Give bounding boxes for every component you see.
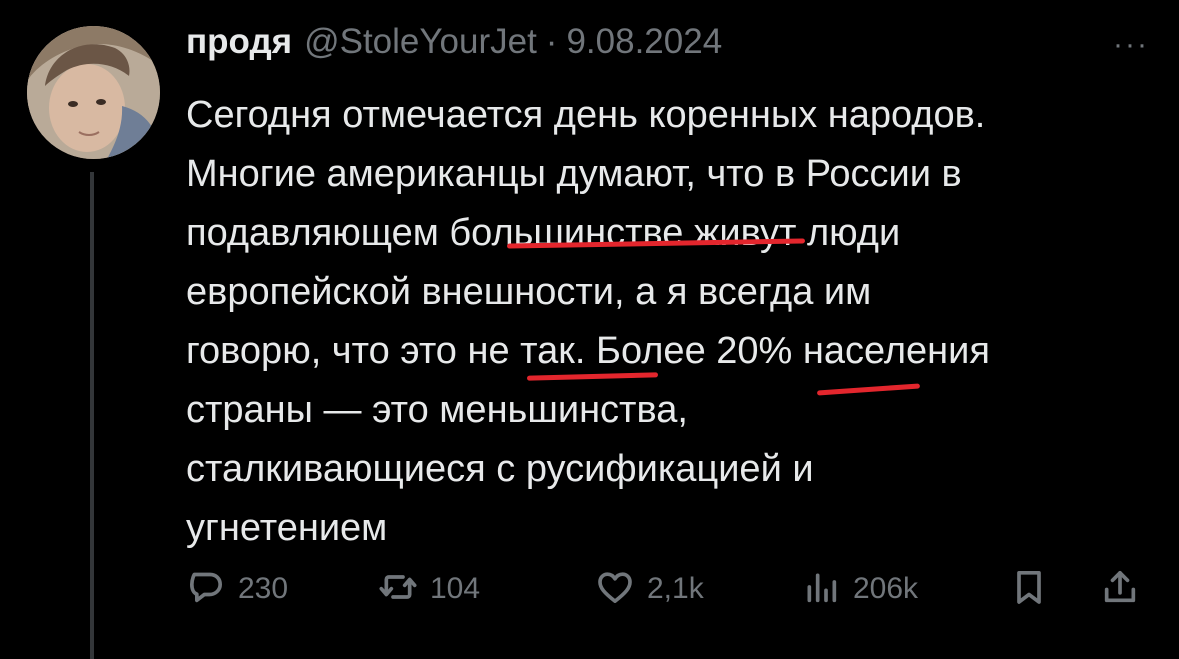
like-count: 2,1k bbox=[647, 572, 704, 605]
views-icon bbox=[801, 567, 841, 612]
like-button[interactable]: 2,1k bbox=[595, 563, 704, 615]
tweet-text-line: подавляющем большинстве живут люди bbox=[186, 212, 901, 254]
reply-count: 230 bbox=[238, 572, 289, 605]
tweet-text-line: сталкивающиеся с русификацией и bbox=[186, 448, 814, 490]
reply-icon bbox=[186, 567, 226, 612]
avatar-photo bbox=[27, 26, 160, 159]
repost-button[interactable]: 104 bbox=[378, 563, 480, 615]
user-handle[interactable]: @StoleYourJet bbox=[304, 22, 537, 62]
tweet-text-line: Многие американцы думают, что в России в bbox=[186, 153, 962, 195]
action-bar: 230 104 2,1k 206k bbox=[186, 563, 1146, 615]
tweet-text-line: угнетением bbox=[186, 507, 388, 549]
more-icon[interactable]: ··· bbox=[1113, 30, 1149, 60]
tweet-date[interactable]: 9.08.2024 bbox=[566, 22, 722, 62]
heart-icon bbox=[595, 567, 635, 612]
tweet-text-line: Сегодня отмечается день коренных народов… bbox=[186, 94, 986, 136]
tweet-header: продя @StoleYourJet · 9.08.2024 bbox=[186, 22, 1146, 72]
share-icon bbox=[1100, 567, 1140, 612]
separator-dot: · bbox=[545, 22, 558, 61]
tweet-text-line: говорю, что это не так. Более 20% населе… bbox=[186, 330, 990, 372]
tweet-text-line: европейской внешности, а я всегда им bbox=[186, 271, 872, 313]
tweet-text: Сегодня отмечается день коренных народов… bbox=[186, 86, 1161, 558]
repost-icon bbox=[378, 567, 418, 612]
share-button[interactable] bbox=[1100, 563, 1140, 615]
reply-button[interactable]: 230 bbox=[186, 563, 288, 615]
display-name[interactable]: продя bbox=[186, 22, 292, 62]
views-button[interactable]: 206k bbox=[801, 563, 918, 615]
repost-count: 104 bbox=[430, 572, 481, 605]
tweet-text-line: страны — это меньшинства, bbox=[186, 389, 688, 431]
thread-line bbox=[90, 172, 94, 659]
bookmark-button[interactable] bbox=[1009, 563, 1049, 615]
views-count: 206k bbox=[853, 572, 919, 605]
avatar[interactable] bbox=[27, 26, 160, 159]
bookmark-icon bbox=[1009, 567, 1049, 612]
